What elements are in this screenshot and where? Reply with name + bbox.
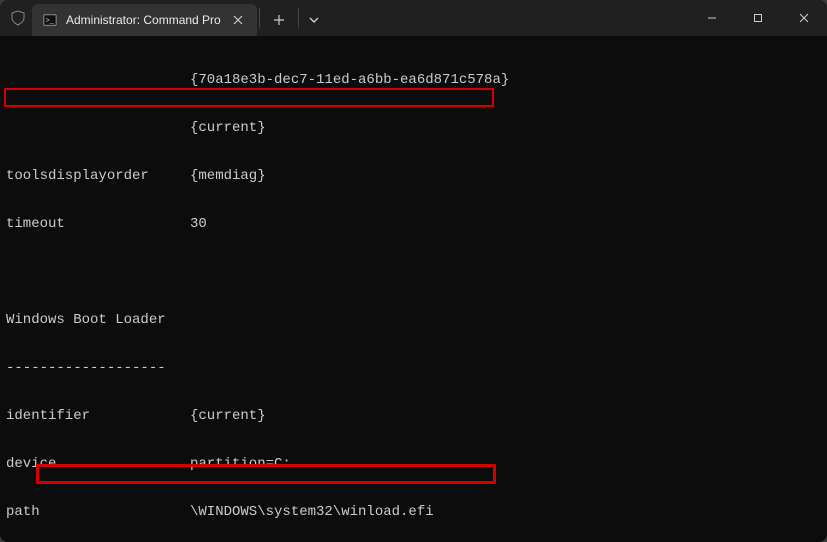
terminal-body[interactable]: {70a18e3b-dec7-11ed-a6bb-ea6d871c578a} {… (0, 36, 827, 542)
output-line: identifier{current} (6, 408, 821, 424)
output-line: devicepartition=C: (6, 456, 821, 472)
close-window-button[interactable] (781, 0, 827, 36)
svg-text:>_: >_ (46, 18, 54, 25)
output-timeout-line: timeout30 (6, 216, 821, 232)
output-line: path\WINDOWS\system32\winload.efi (6, 504, 821, 520)
output-line: {70a18e3b-dec7-11ed-a6bb-ea6d871c578a} (6, 72, 821, 88)
cmd-icon: >_ (42, 12, 58, 28)
titlebar-drag-area[interactable] (327, 0, 689, 36)
close-tab-icon[interactable] (229, 11, 247, 29)
minimize-button[interactable] (689, 0, 735, 36)
annotation-highlight-timeout (4, 88, 494, 107)
tab-title: Administrator: Command Pro (66, 13, 221, 27)
maximize-button[interactable] (735, 0, 781, 36)
tab-divider (298, 8, 299, 28)
section-header: Windows Boot Loader (6, 312, 821, 328)
section-divider: ------------------- (6, 360, 821, 376)
app-shield-icon (10, 10, 26, 26)
new-tab-button[interactable] (262, 4, 296, 36)
output-line: {current} (6, 120, 821, 136)
terminal-window: >_ Administrator: Command Pro (0, 0, 827, 542)
tab-dropdown-button[interactable] (301, 4, 327, 36)
titlebar: >_ Administrator: Command Pro (0, 0, 827, 36)
tab-active[interactable]: >_ Administrator: Command Pro (32, 4, 257, 36)
tab-divider (259, 8, 260, 28)
output-line: toolsdisplayorder{memdiag} (6, 168, 821, 184)
